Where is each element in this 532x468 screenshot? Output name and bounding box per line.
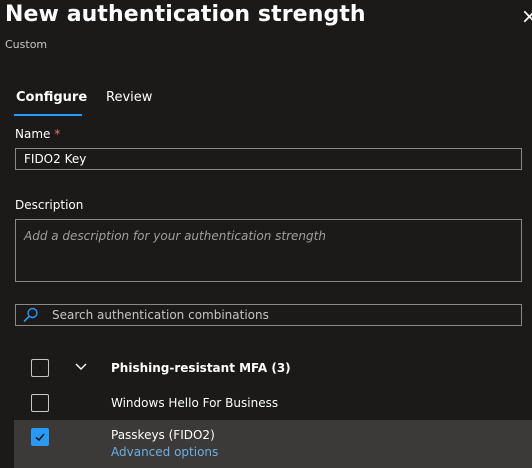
search-input[interactable]: Search authentication combinations — [15, 304, 522, 326]
name-field[interactable]: FIDO2 Key — [15, 148, 522, 170]
item-checkbox-passkeys[interactable] — [31, 428, 49, 446]
group-label[interactable]: Phishing-resistant MFA (3) — [111, 361, 291, 375]
name-label-text: Name — [15, 127, 51, 141]
close-icon[interactable]: × — [521, 6, 532, 26]
checkmark-icon — [35, 433, 45, 442]
search-icon — [23, 307, 38, 322]
name-label: Name * — [15, 127, 60, 141]
item-checkbox-windows-hello[interactable] — [31, 394, 49, 412]
item-label-windows-hello: Windows Hello For Business — [111, 396, 279, 410]
tab-configure[interactable]: Configure — [16, 90, 87, 105]
description-label: Description — [15, 198, 84, 212]
page-subtitle: Custom — [5, 38, 48, 51]
page-title: New authentication strength — [5, 2, 366, 27]
active-tab-indicator — [14, 114, 82, 116]
selected-row-highlight — [14, 420, 532, 468]
description-field[interactable]: Add a description for your authenticatio… — [15, 219, 522, 282]
tab-review[interactable]: Review — [106, 90, 152, 105]
advanced-options-link[interactable]: Advanced options — [111, 445, 218, 459]
chevron-down-icon[interactable] — [74, 360, 88, 374]
item-label-passkeys: Passkeys (FIDO2) — [111, 428, 215, 442]
required-marker: * — [54, 127, 61, 141]
group-checkbox[interactable] — [31, 359, 49, 377]
